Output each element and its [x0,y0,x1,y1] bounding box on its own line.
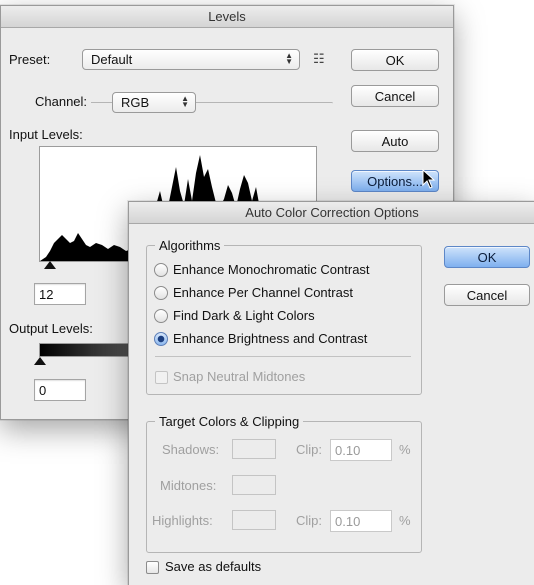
preset-label: Preset: [9,52,51,67]
input-black-field[interactable]: 12 [34,283,86,305]
auto-button[interactable]: Auto [351,130,439,152]
shadows-percent: % [399,442,411,457]
snap-neutral-checkbox[interactable] [155,371,168,384]
shadows-swatch[interactable] [232,439,276,459]
save-defaults-label: Save as defaults [165,559,262,574]
preset-select[interactable]: Default ▲ ▼ [82,49,300,70]
input-levels-label: Input Levels: [9,127,83,142]
levels-cancel-button[interactable]: Cancel [351,85,439,107]
output-black-field[interactable]: 0 [34,379,86,401]
radio-enhance-monochromatic[interactable] [154,263,168,277]
radio-enhance-per-channel[interactable] [154,286,168,300]
save-defaults-checkbox[interactable] [146,561,159,574]
label-enhance-brightness-contrast: Enhance Brightness and Contrast [173,331,368,346]
highlights-percent: % [399,513,411,528]
output-levels-label: Output Levels: [9,321,93,336]
highlights-clip-label: Clip: [296,513,323,528]
acc-ok-button[interactable]: OK [444,246,530,268]
radio-find-dark-light[interactable] [154,309,168,323]
midtones-label: Midtones: [160,478,217,493]
acc-title: Auto Color Correction Options [129,202,534,224]
black-point-slider[interactable] [44,261,56,269]
auto-color-correction-dialog: Auto Color Correction Options OK Cancel … [128,201,534,585]
shadows-label: Shadows: [162,442,220,457]
cursor-arrow-icon [422,169,436,189]
levels-title: Levels [1,6,453,28]
midtones-swatch[interactable] [232,475,276,495]
preset-menu-icon[interactable]: ☷ [313,51,325,67]
acc-cancel-button[interactable]: Cancel [444,284,530,306]
label-find-dark-light: Find Dark & Light Colors [173,308,315,323]
algorithms-label: Algorithms [155,238,225,253]
highlights-label: Highlights: [152,513,213,528]
output-black-slider[interactable] [34,357,46,365]
target-colors-label: Target Colors & Clipping [155,414,304,429]
channel-select[interactable]: RGB ▲ ▼ [112,92,196,113]
preset-value: Default [91,52,133,67]
shadows-clip-field[interactable]: 0.10 [330,439,392,461]
highlights-swatch[interactable] [232,510,276,530]
highlights-clip-field[interactable]: 0.10 [330,510,392,532]
algorithms-divider [155,356,411,357]
levels-ok-button[interactable]: OK [351,49,439,71]
label-enhance-monochromatic: Enhance Monochromatic Contrast [173,262,370,277]
label-enhance-per-channel: Enhance Per Channel Contrast [173,285,353,300]
shadows-clip-label: Clip: [296,442,323,457]
updown-icon: ▲ ▼ [285,51,293,66]
updown-icon: ▲ ▼ [181,94,189,109]
snap-neutral-label: Snap Neutral Midtones [173,369,306,384]
channel-label: Channel: [23,94,92,110]
radio-enhance-brightness-contrast[interactable] [154,332,168,346]
channel-value: RGB [121,95,150,110]
